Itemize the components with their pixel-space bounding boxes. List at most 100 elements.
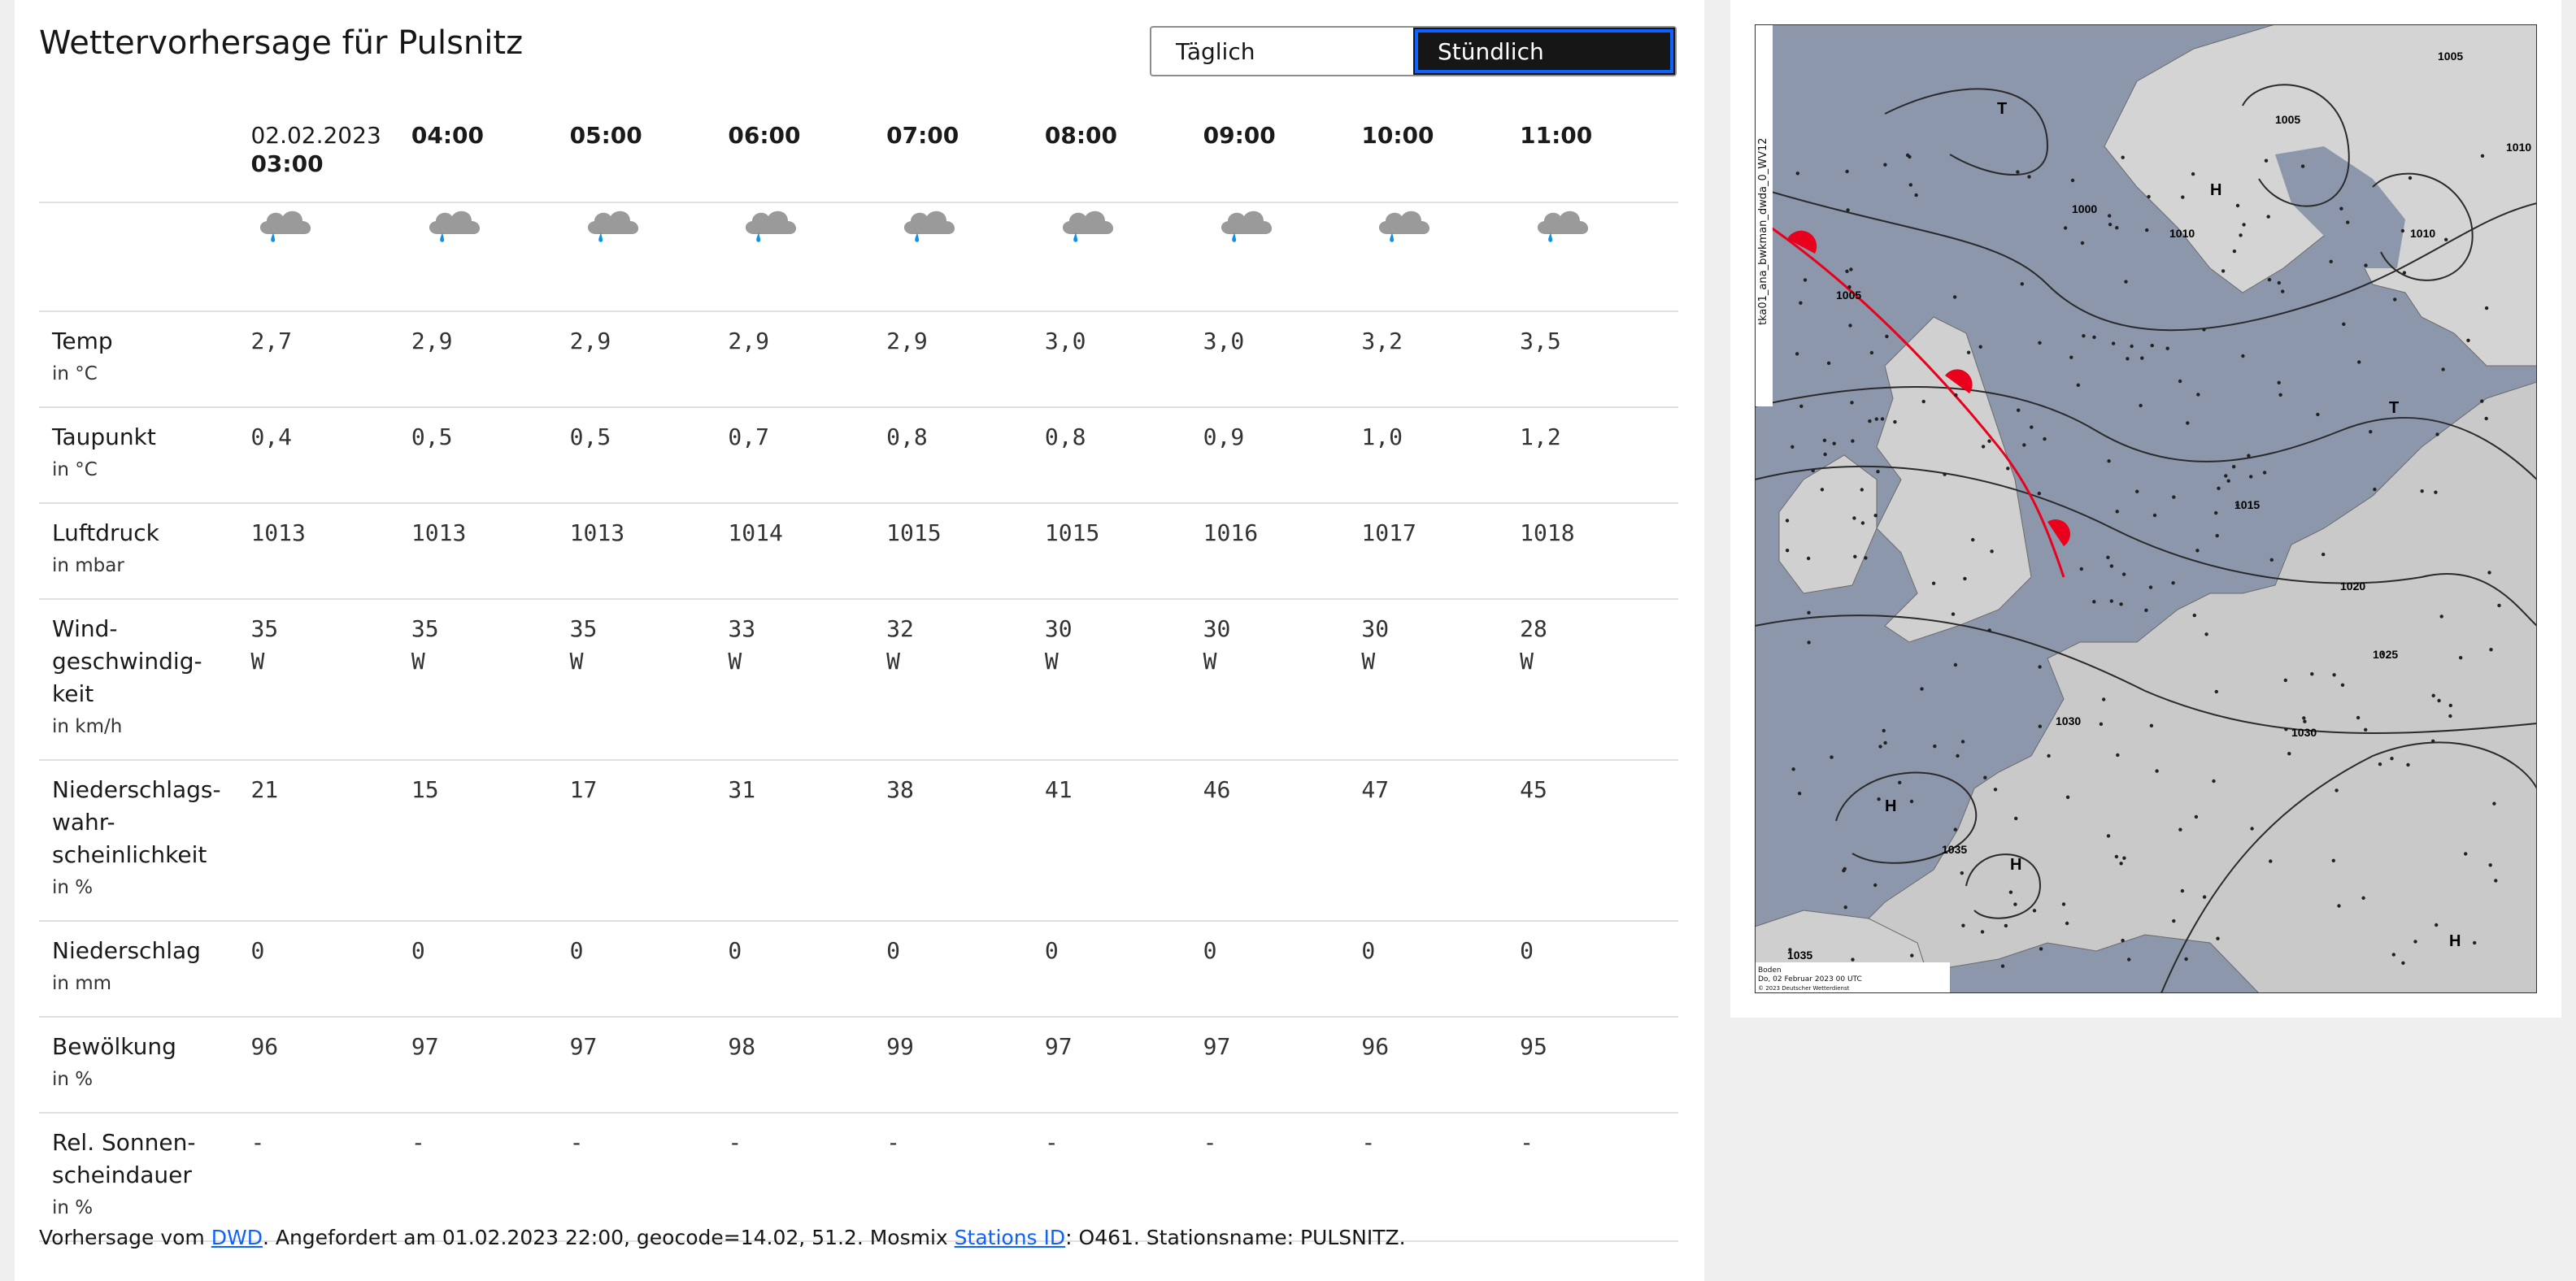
station-dot [2039,947,2043,951]
toggle-daily[interactable]: Täglich [1151,28,1413,75]
pressure-label: 1020 [2340,580,2365,593]
station-dot [1874,417,1878,421]
row-value: 0,4 [250,407,411,504]
row-value: - [411,1113,570,1242]
station-dot [2281,289,2285,293]
station-dot [1951,612,1956,616]
station-dot [2434,490,2438,494]
station-dot [1880,417,1885,421]
row-label-text: Rel. Sonnen- scheindauer [52,1129,196,1188]
toggle-hourly[interactable]: Stündlich [1413,28,1675,75]
station-dot [2473,940,2477,945]
station-dot [2121,938,2125,943]
station-dot [2000,964,2005,968]
station-dot [1956,753,1960,758]
cloud-rain-icon [581,203,646,249]
station-dot [2192,613,2196,618]
weather-icon-cell [886,202,1045,312]
station-dot [2316,412,2320,417]
row-value: 2,9 [411,311,570,408]
station-dot [2145,228,2149,232]
station-dot [1806,556,1811,561]
forecast-date: 02.02.2023 [250,122,381,149]
station-dot [1788,948,1792,952]
station-dot [2435,923,2439,927]
station-dot [1851,439,1855,443]
station-dot [2448,714,2452,719]
station-dot [1981,445,1986,449]
weather-map: 1000100510051010 101010101015102010251030… [1755,24,2537,993]
station-dot [2186,421,2190,425]
forecast-row: Rel. Sonnen- scheindauer in % - - - - - - - - - [39,1113,1678,1242]
hour-label: 11:00 [1520,122,1593,149]
row-value: 30 W [1361,599,1521,761]
station-dot [2115,510,2119,514]
station-dot [2497,603,2501,608]
row-value: 47 [1361,760,1521,922]
station-dot [2043,436,2047,441]
row-label-text: Luftdruck [52,519,159,546]
hour-label: 04:00 [411,122,485,149]
row-value: 98 [728,1017,887,1114]
map-side-label: tka01_ana_bwkman_dwda_0_WV12 [1757,137,1769,325]
pressure-center-label: H [1885,797,1896,815]
station-dot [1807,610,1811,614]
cloud-rain-icon [1215,203,1280,249]
row-value: 97 [1044,1017,1203,1114]
station-dot [2247,454,2251,458]
stations-id-link[interactable]: Stations ID [955,1226,1065,1249]
hour-header-3: 06:00 [728,122,886,202]
row-unit: in % [52,1197,94,1218]
station-dot [2099,722,2104,726]
station-dot [1807,640,1811,645]
station-dot [1868,419,1872,423]
station-dot [1987,439,1991,443]
row-value: 0,8 [1044,407,1203,504]
station-dot [2119,602,2123,606]
hour-label: 05:00 [569,122,642,149]
station-dot [2267,277,2272,282]
station-dot [2215,533,2219,538]
station-dot [2239,233,2243,237]
station-dot [2321,552,2326,557]
row-value: 45 [1520,760,1678,922]
station-dot [2431,739,2435,743]
station-dot [2180,888,2185,893]
hour-header-5: 08:00 [1045,122,1203,202]
row-value: 1013 [250,503,411,600]
station-dot [1823,452,1827,457]
station-dot [2402,271,2407,275]
station-dot [2494,879,2498,883]
station-dot [2480,154,2485,158]
station-dot [2065,795,2070,799]
station-dot [2126,357,2130,361]
station-dot [2400,228,2405,233]
row-value: 1,2 [1520,407,1678,504]
hour-label: 07:00 [886,122,959,149]
station-dot [2287,752,2291,756]
row-unit: in °C [52,459,98,480]
dwd-link[interactable]: DWD [211,1226,263,1249]
station-dot [2331,858,2335,863]
station-dot [2121,155,2125,159]
station-dot [1832,441,1836,445]
station-dot [2221,269,2226,273]
station-dot [2109,564,2114,568]
pressure-label: 1025 [2373,648,2398,661]
station-dot [1920,687,1924,691]
station-dot [1853,554,1857,558]
station-dot [2232,465,2236,469]
station-dot [1799,301,1803,305]
station-dot [1993,788,1998,792]
row-value: 3,5 [1520,311,1678,408]
row-value: - [250,1113,411,1242]
station-dot [1811,468,1815,473]
station-dot [2277,280,2281,285]
hour-header-2: 05:00 [570,122,729,202]
forecast-row: Temp in °C 2,7 2,9 2,9 2,9 2,9 3,0 3,0 3,2 3,5 [39,311,1678,408]
station-dot [2357,360,2361,364]
station-dot [1910,953,1914,957]
row-value: - [1203,1113,1362,1242]
forecast-row: Taupunkt in °C 0,4 0,5 0,5 0,7 0,8 0,8 0,9 1,0 1,2 [39,407,1678,504]
station-dot [1820,488,1825,492]
